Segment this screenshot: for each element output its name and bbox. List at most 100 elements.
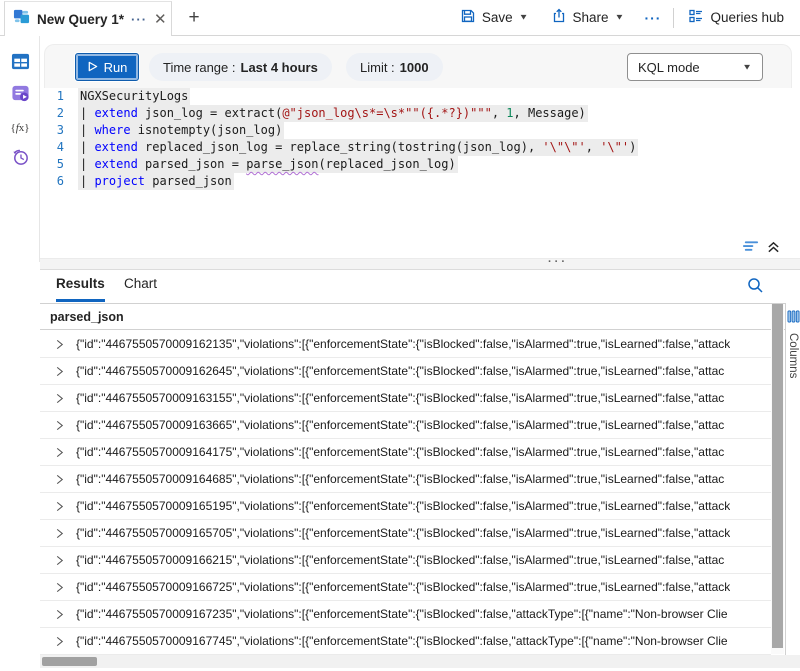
tab-chart[interactable]: Chart (124, 276, 157, 299)
table-row[interactable]: {"id":"4467550570009162645","violations"… (40, 358, 771, 385)
row-expand-chevron-icon[interactable] (54, 528, 68, 539)
table-row[interactable]: {"id":"4467550570009164175","violations"… (40, 439, 771, 466)
code-line[interactable]: 2| extend json_log = extract(@"json_log\… (44, 105, 792, 122)
parsed-json-cell: {"id":"4467550570009167235","violations"… (76, 607, 728, 621)
sidebar-item-functions[interactable]: {fx} (10, 118, 30, 138)
code-text: | where isnotempty(json_log) (78, 122, 284, 139)
parsed-json-cell: {"id":"4467550570009162645","violations"… (76, 364, 724, 378)
run-label: Run (104, 60, 128, 75)
collapse-editor-icon[interactable] (767, 240, 780, 259)
adx-query-window: New Query 1* ··· ✕ + Save ▼ Share ▼ ··· (0, 0, 800, 671)
pane-splitter-handle[interactable]: ··· (40, 258, 800, 270)
time-range-label: Time range : (163, 60, 236, 75)
table-row[interactable]: {"id":"4467550570009164685","violations"… (40, 466, 771, 493)
share-label: Share (573, 10, 609, 25)
kql-mode-select[interactable]: KQL mode ▼ (627, 53, 763, 81)
share-icon (551, 8, 567, 27)
limit-label: Limit : (360, 60, 395, 75)
row-expand-chevron-icon[interactable] (54, 582, 68, 593)
horizontal-scrollbar-thumb[interactable] (42, 657, 97, 666)
row-expand-chevron-icon[interactable] (54, 501, 68, 512)
row-expand-chevron-icon[interactable] (54, 339, 68, 350)
history-clock-icon (11, 148, 30, 172)
run-button[interactable]: Run (75, 53, 139, 81)
limit-value: 1000 (400, 60, 429, 75)
tabbar-actions: Save ▼ Share ▼ ··· Queries hub (452, 0, 792, 35)
tab-close-icon[interactable]: ✕ (154, 12, 167, 27)
row-expand-chevron-icon[interactable] (54, 555, 68, 566)
format-lines-icon[interactable] (742, 240, 759, 259)
share-button[interactable]: Share ▼ (543, 3, 633, 32)
code-line[interactable]: 3| where isnotempty(json_log) (44, 122, 792, 139)
limit-picker[interactable]: Limit : 1000 (346, 53, 443, 81)
kql-mode-chevron-down-icon: ▼ (742, 63, 752, 72)
table-row[interactable]: {"id":"4467550570009163155","violations"… (40, 385, 771, 412)
sidebar-item-queries[interactable] (10, 86, 30, 106)
save-label: Save (482, 10, 513, 25)
vertical-scrollbar-thumb[interactable] (772, 304, 783, 648)
columns-panel-label: Columns (787, 333, 799, 378)
parsed-json-cell: {"id":"4467550570009164175","violations"… (76, 445, 724, 459)
horizontal-scrollbar[interactable] (40, 655, 800, 668)
queries-hub-button[interactable]: Queries hub (680, 3, 792, 32)
rail-divider (39, 36, 40, 262)
row-expand-chevron-icon[interactable] (54, 474, 68, 485)
more-actions-icon[interactable]: ··· (638, 10, 667, 26)
query-editor[interactable]: 1NGXSecurityLogs2| extend json_log = ext… (44, 88, 792, 240)
table-row[interactable]: {"id":"4467550570009162135","violations"… (40, 331, 771, 358)
column-header-parsed-json[interactable]: parsed_json (40, 310, 124, 324)
left-rail: {fx} (0, 36, 40, 671)
search-icon[interactable] (746, 276, 766, 296)
adx-app-icon (13, 8, 30, 30)
code-line[interactable]: 6| project parsed_json (44, 173, 792, 190)
table-row[interactable]: {"id":"4467550570009165705","violations"… (40, 520, 771, 547)
time-range-picker[interactable]: Time range : Last 4 hours (149, 53, 332, 81)
code-line[interactable]: 5| extend parsed_json = parse_json(repla… (44, 156, 792, 173)
row-expand-chevron-icon[interactable] (54, 447, 68, 458)
new-tab-button[interactable]: + (182, 6, 206, 30)
parsed-json-cell: {"id":"4467550570009167745","violations"… (76, 634, 728, 648)
parsed-json-cell: {"id":"4467550570009165195","violations"… (76, 499, 730, 513)
line-number: 4 (44, 139, 78, 156)
share-chevron-down-icon: ▼ (615, 13, 625, 22)
table-row[interactable]: {"id":"4467550570009166725","violations"… (40, 574, 771, 601)
code-line[interactable]: 1NGXSecurityLogs (44, 88, 792, 105)
query-tab[interactable]: New Query 1* ··· ✕ (4, 1, 172, 36)
sidebar-item-history[interactable] (10, 150, 30, 170)
line-number: 2 (44, 105, 78, 122)
code-text: | extend parsed_json = parse_json(replac… (78, 156, 458, 173)
table-row[interactable]: {"id":"4467550570009165195","violations"… (40, 493, 771, 520)
tab-more-icon[interactable]: ··· (131, 12, 147, 27)
table-row[interactable]: {"id":"4467550570009167235","violations"… (40, 601, 771, 628)
splitter-dots-icon: ··· (548, 256, 568, 268)
columns-icon (787, 310, 800, 323)
row-expand-chevron-icon[interactable] (54, 636, 68, 647)
save-button[interactable]: Save ▼ (452, 3, 537, 32)
row-expand-chevron-icon[interactable] (54, 393, 68, 404)
save-icon (460, 8, 476, 27)
columns-panel-toggle[interactable]: Columns (785, 303, 800, 655)
row-expand-chevron-icon[interactable] (54, 420, 68, 431)
tab-bar: New Query 1* ··· ✕ + Save ▼ Share ▼ ··· (0, 0, 800, 36)
parsed-json-cell: {"id":"4467550570009163665","violations"… (76, 418, 724, 432)
results-tab-strip: Results Chart (40, 270, 800, 303)
tab-title: New Query 1* (37, 12, 124, 27)
row-expand-chevron-icon[interactable] (54, 609, 68, 620)
table-row[interactable]: {"id":"4467550570009167745","violations"… (40, 628, 771, 655)
code-text: | extend json_log = extract(@"json_log\s… (78, 105, 588, 122)
sidebar-item-connections[interactable] (10, 54, 30, 74)
results-grid: {"id":"4467550570009162135","violations"… (40, 331, 771, 655)
code-line[interactable]: 4| extend replaced_json_log = replace_st… (44, 139, 792, 156)
parsed-json-cell: {"id":"4467550570009163155","violations"… (76, 391, 724, 405)
vertical-scrollbar[interactable] (771, 304, 784, 654)
row-expand-chevron-icon[interactable] (54, 366, 68, 377)
kql-mode-value: KQL mode (638, 60, 700, 75)
line-number: 1 (44, 88, 78, 105)
line-number: 5 (44, 156, 78, 173)
tab-results[interactable]: Results (56, 276, 105, 302)
functions-icon: {fx} (10, 122, 29, 134)
time-range-value: Last 4 hours (241, 60, 318, 75)
table-row[interactable]: {"id":"4467550570009163665","violations"… (40, 412, 771, 439)
table-row[interactable]: {"id":"4467550570009166215","violations"… (40, 547, 771, 574)
grid-header-row[interactable]: parsed_json (40, 303, 785, 330)
